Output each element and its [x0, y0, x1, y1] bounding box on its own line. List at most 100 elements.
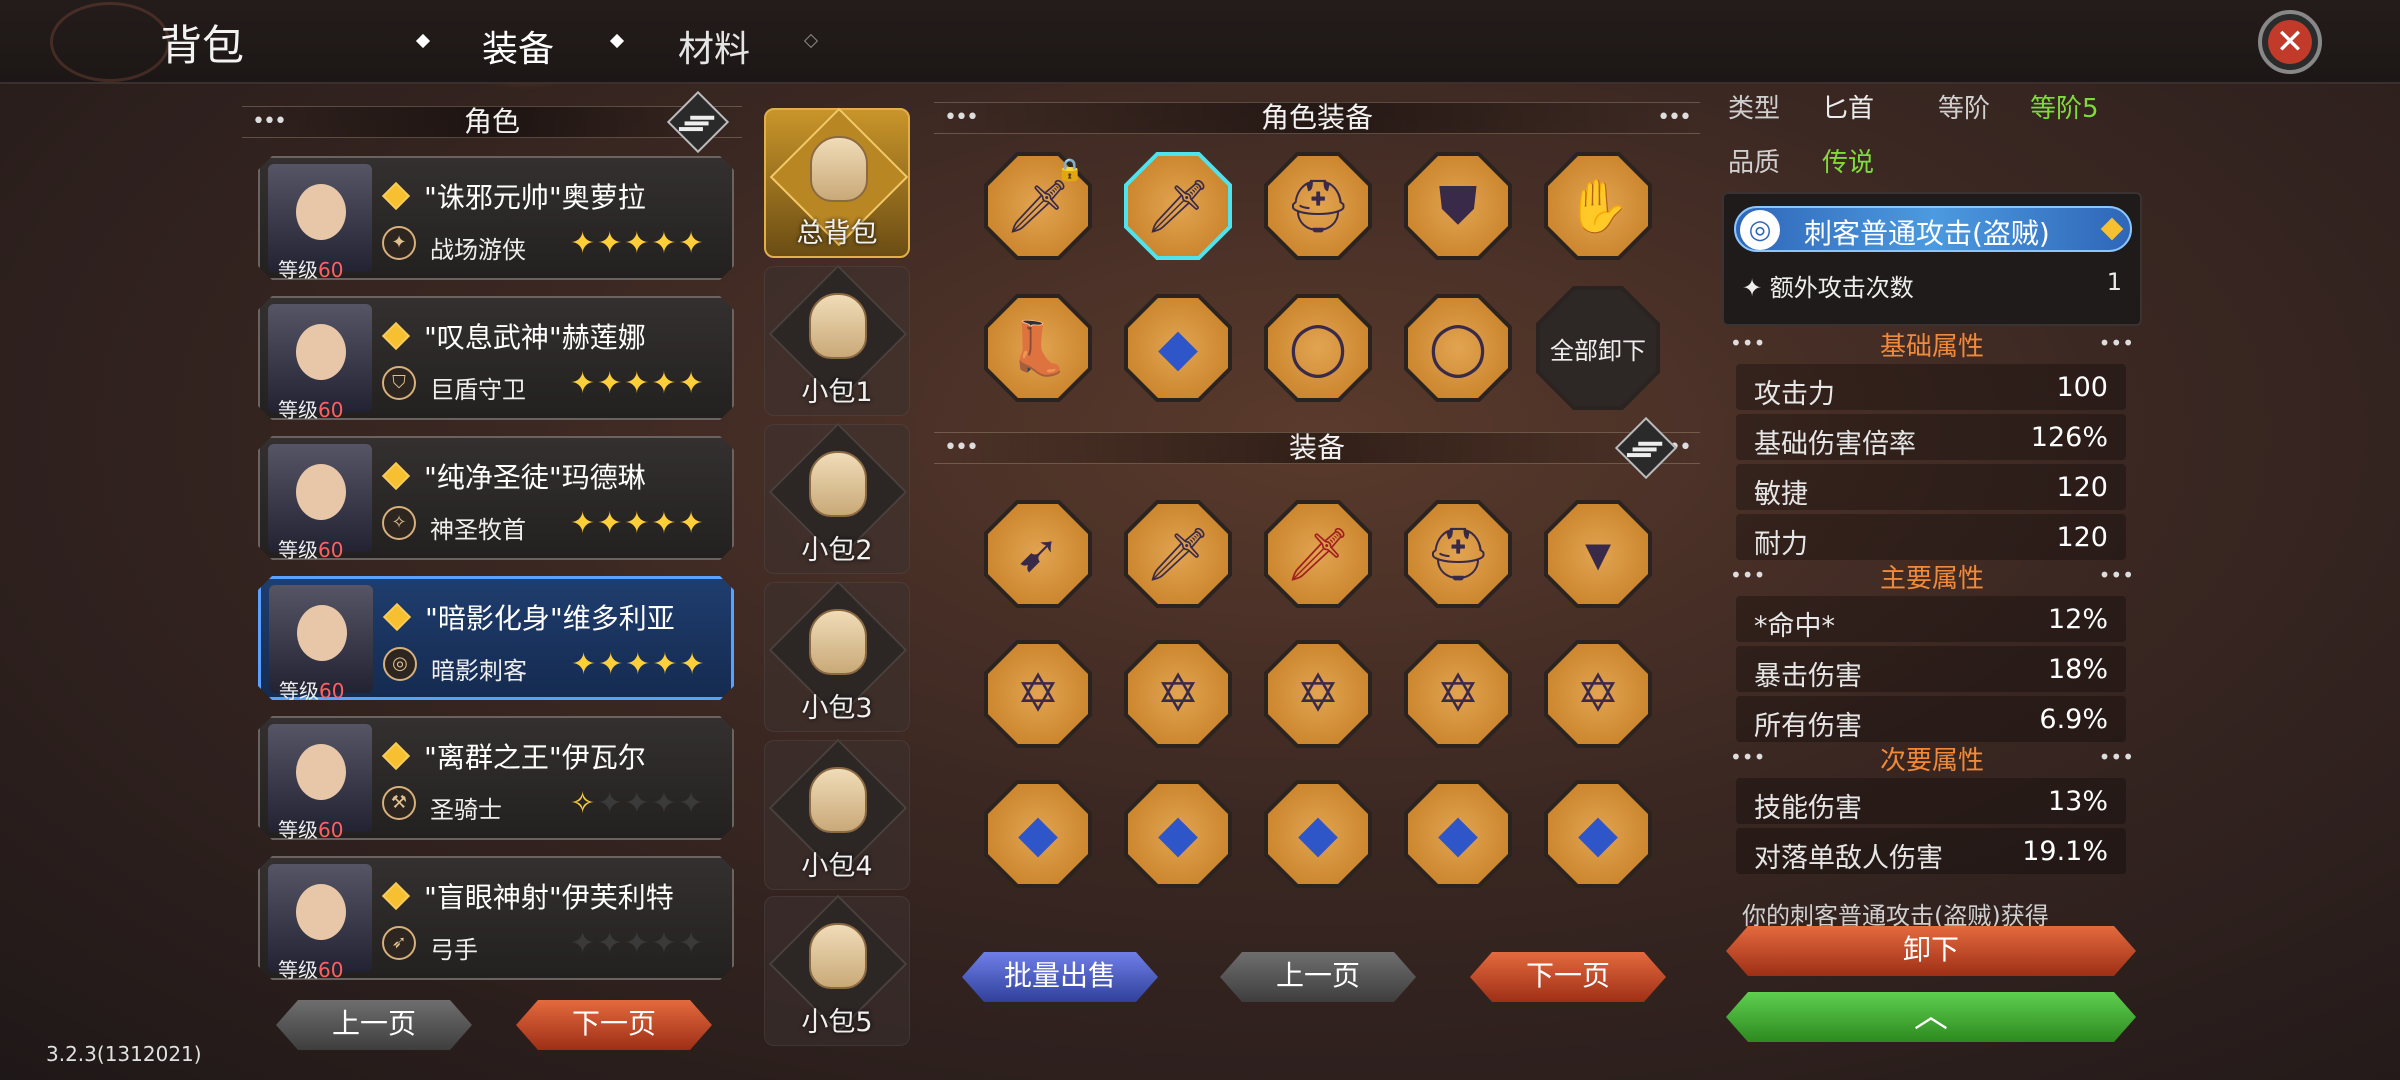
equipped-ring-slot[interactable]: ◯ — [1264, 294, 1372, 402]
sapphire-amulet-icon: ◆ — [1578, 804, 1618, 864]
bag-small-4[interactable]: 小包4 — [764, 738, 910, 890]
upgrade-button[interactable]: ︿ — [1726, 992, 2136, 1042]
sapphire-amulet-icon: ◆ — [1298, 804, 1338, 864]
equipped-helmet-slot[interactable]: ⛑ — [1264, 152, 1372, 260]
equipment-prev-button[interactable]: 上一页 — [1220, 952, 1416, 1002]
necklace-icon: ◆ — [1158, 318, 1198, 378]
equipped-gloves-slot[interactable]: ✋ — [1544, 152, 1652, 260]
equipment-header: ••• 装备 ••• — [934, 432, 1700, 464]
equipment-next-button[interactable]: 下一页 — [1470, 952, 1666, 1002]
hexagram-rune-icon: ✡ — [1016, 664, 1060, 724]
diamond-icon — [2100, 217, 2124, 241]
skill-banner[interactable]: ◎ 刺客普通攻击(盗贼) — [1734, 206, 2132, 252]
equipment-item[interactable]: 🗡 — [1264, 500, 1372, 608]
rarity-diamond-icon — [382, 742, 410, 770]
equipment-item[interactable]: ➹ — [984, 500, 1092, 608]
equipped-boots-slot[interactable]: 👢 — [984, 294, 1092, 402]
equipment-item[interactable]: 🗡 — [1124, 500, 1232, 608]
stat-row: 技能伤害 13% — [1736, 778, 2126, 824]
hexagram-rune-icon: ✡ — [1156, 664, 1200, 724]
bag-label: 小包3 — [801, 693, 873, 724]
unequip-all-button[interactable]: 全部卸下 — [1536, 286, 1660, 410]
star-rating: ✦✦✦✦✦ — [570, 366, 706, 401]
priest-class-icon: ✧ — [382, 506, 416, 540]
equipment-item[interactable]: ◆ — [1544, 780, 1652, 888]
bag-main[interactable]: 总背包 — [764, 107, 910, 258]
skill-name: 刺客普通攻击(盗贼) — [1804, 217, 2050, 250]
bag-small-1[interactable]: 小包1 — [764, 264, 910, 416]
equipment-item[interactable]: ◆ — [1404, 780, 1512, 888]
emblem-icon — [50, 2, 170, 82]
level-text: 等级60 — [279, 679, 345, 703]
equipment-item[interactable]: ◆ — [984, 780, 1092, 888]
star-rating: ✧✦✦✦✦ — [570, 786, 706, 821]
character-card[interactable]: 等级60 "盲眼神射"伊芙利特 ➶ 弓手 ✦✦✦✦✦ — [258, 856, 734, 980]
sapphire-amulet-icon: ◆ — [1438, 804, 1478, 864]
hexagram-rune-icon: ✡ — [1436, 664, 1480, 724]
bag-small-3[interactable]: 小包3 — [764, 580, 910, 732]
equipment-item[interactable]: ✡ — [1264, 640, 1372, 748]
character-class: 弓手 — [430, 936, 478, 964]
tier-value: 等阶5 — [2030, 94, 2099, 124]
character-card[interactable]: 等级60 "诛邪元帅"奥萝拉 ✦ 战场游侠 ✦✦✦✦✦ — [258, 156, 734, 280]
equipment-item[interactable]: ✡ — [1124, 640, 1232, 748]
rarity-diamond-icon — [382, 182, 410, 210]
equipped-dagger-slot[interactable]: 🗡 — [1124, 152, 1232, 260]
level-text: 等级60 — [278, 818, 344, 842]
character-card[interactable]: 等级60 "叹息武神"赫莲娜 ⛉ 巨盾守卫 ✦✦✦✦✦ — [258, 296, 734, 420]
character-card[interactable]: 等级60 "离群之王"伊瓦尔 ⚒ 圣骑士 ✧✦✦✦✦ — [258, 716, 734, 840]
stat-row: *命中* 12% — [1736, 596, 2126, 642]
equipped-necklace-slot[interactable]: ◆ — [1124, 294, 1232, 402]
hexagram-rune-icon: ✡ — [1296, 664, 1340, 724]
rarity-diamond-icon — [383, 603, 411, 631]
bag-small-5[interactable]: 小包5 — [764, 894, 910, 1046]
character-name: "暗影化身"维多利亚 — [425, 602, 675, 635]
gloves-icon: ✋ — [1565, 176, 1631, 237]
stat-row: 攻击力 100 — [1736, 364, 2126, 410]
character-equipment-header: ••• 角色装备 ••• — [934, 102, 1700, 134]
equipment-item[interactable]: ◆ — [1264, 780, 1372, 888]
equipped-armor-slot[interactable]: ⛊ — [1404, 152, 1512, 260]
star-rating: ✦✦✦✦✦ — [571, 647, 707, 682]
equipment-item[interactable]: ⛑ — [1404, 500, 1512, 608]
diamond-icon — [415, 33, 431, 49]
bag-small-2[interactable]: 小包2 — [764, 422, 910, 574]
bag-icon — [809, 767, 867, 833]
filter-icon[interactable] — [666, 90, 730, 154]
dagger-icon: 🗡 — [1144, 176, 1211, 237]
unequip-button[interactable]: 卸下 — [1726, 926, 2136, 976]
equipment-item[interactable]: ◆ — [1124, 780, 1232, 888]
equipment-item[interactable]: ✡ — [1404, 640, 1512, 748]
rarity-diamond-icon — [382, 322, 410, 350]
skill-panel: ◎ 刺客普通攻击(盗贼) ✦ 额外攻击次数 1 — [1722, 192, 2142, 326]
spear-icon: ➹ — [1016, 524, 1060, 584]
characters-next-button[interactable]: 下一页 — [516, 1000, 712, 1050]
necklace-icon: ▾ — [1584, 524, 1612, 584]
lock-icon: 🔒 — [1056, 158, 1084, 183]
character-name: "叹息武神"赫莲娜 — [424, 321, 646, 354]
tab-materials[interactable]: 材料 — [678, 20, 750, 72]
character-card[interactable]: 等级60 "纯净圣徒"玛德琳 ✧ 神圣牧首 ✦✦✦✦✦ — [258, 436, 734, 560]
equipment-item[interactable]: ▾ — [1544, 500, 1652, 608]
dots-icon: ••• — [252, 109, 287, 134]
bulk-sell-button[interactable]: 批量出售 — [962, 952, 1158, 1002]
stat-row: 敏捷 120 — [1736, 464, 2126, 510]
characters-prev-button[interactable]: 上一页 — [276, 1000, 472, 1050]
tab-equipment[interactable]: 装备 — [451, 10, 603, 90]
character-class: 神圣牧首 — [430, 516, 526, 544]
basic-attributes-title: ••• 基础属性 ••• — [1730, 331, 2134, 362]
filter-icon[interactable] — [1614, 416, 1678, 480]
stat-row: 暴击伤害 18% — [1736, 646, 2126, 692]
close-button[interactable]: ✕ — [2258, 10, 2322, 74]
equipment-item[interactable]: ✡ — [1544, 640, 1652, 748]
close-icon: ✕ — [2268, 20, 2312, 64]
bag-icon — [809, 293, 867, 359]
section-title: 装备 — [1288, 431, 1345, 464]
bag-icon — [810, 136, 868, 202]
ring-icon: ◯ — [1428, 318, 1488, 378]
character-card-selected[interactable]: 等级60 "暗影化身"维多利亚 ◎ 暗影刺客 ✦✦✦✦✦ — [258, 576, 734, 700]
swirl-icon: ◎ — [1740, 210, 1780, 250]
equipped-ring-slot[interactable]: ◯ — [1404, 294, 1512, 402]
equipment-item[interactable]: ✡ — [984, 640, 1092, 748]
stat-row: 所有伤害 6.9% — [1736, 696, 2126, 742]
